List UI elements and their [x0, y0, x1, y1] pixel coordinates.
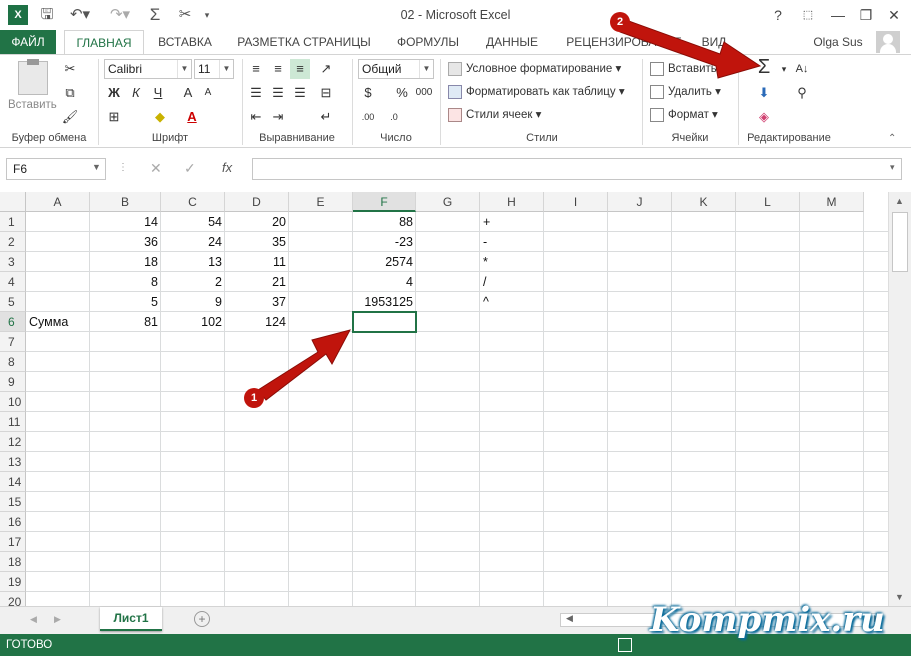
- arrow-2: [619, 19, 762, 79]
- annotation-arrows: [257, 19, 762, 401]
- arrow-1-badge: 1: [244, 388, 264, 408]
- arrow-2-badge: 2: [610, 12, 630, 32]
- watermark-text: Kompmix.ru: [650, 600, 885, 640]
- arrow-1: [257, 329, 351, 401]
